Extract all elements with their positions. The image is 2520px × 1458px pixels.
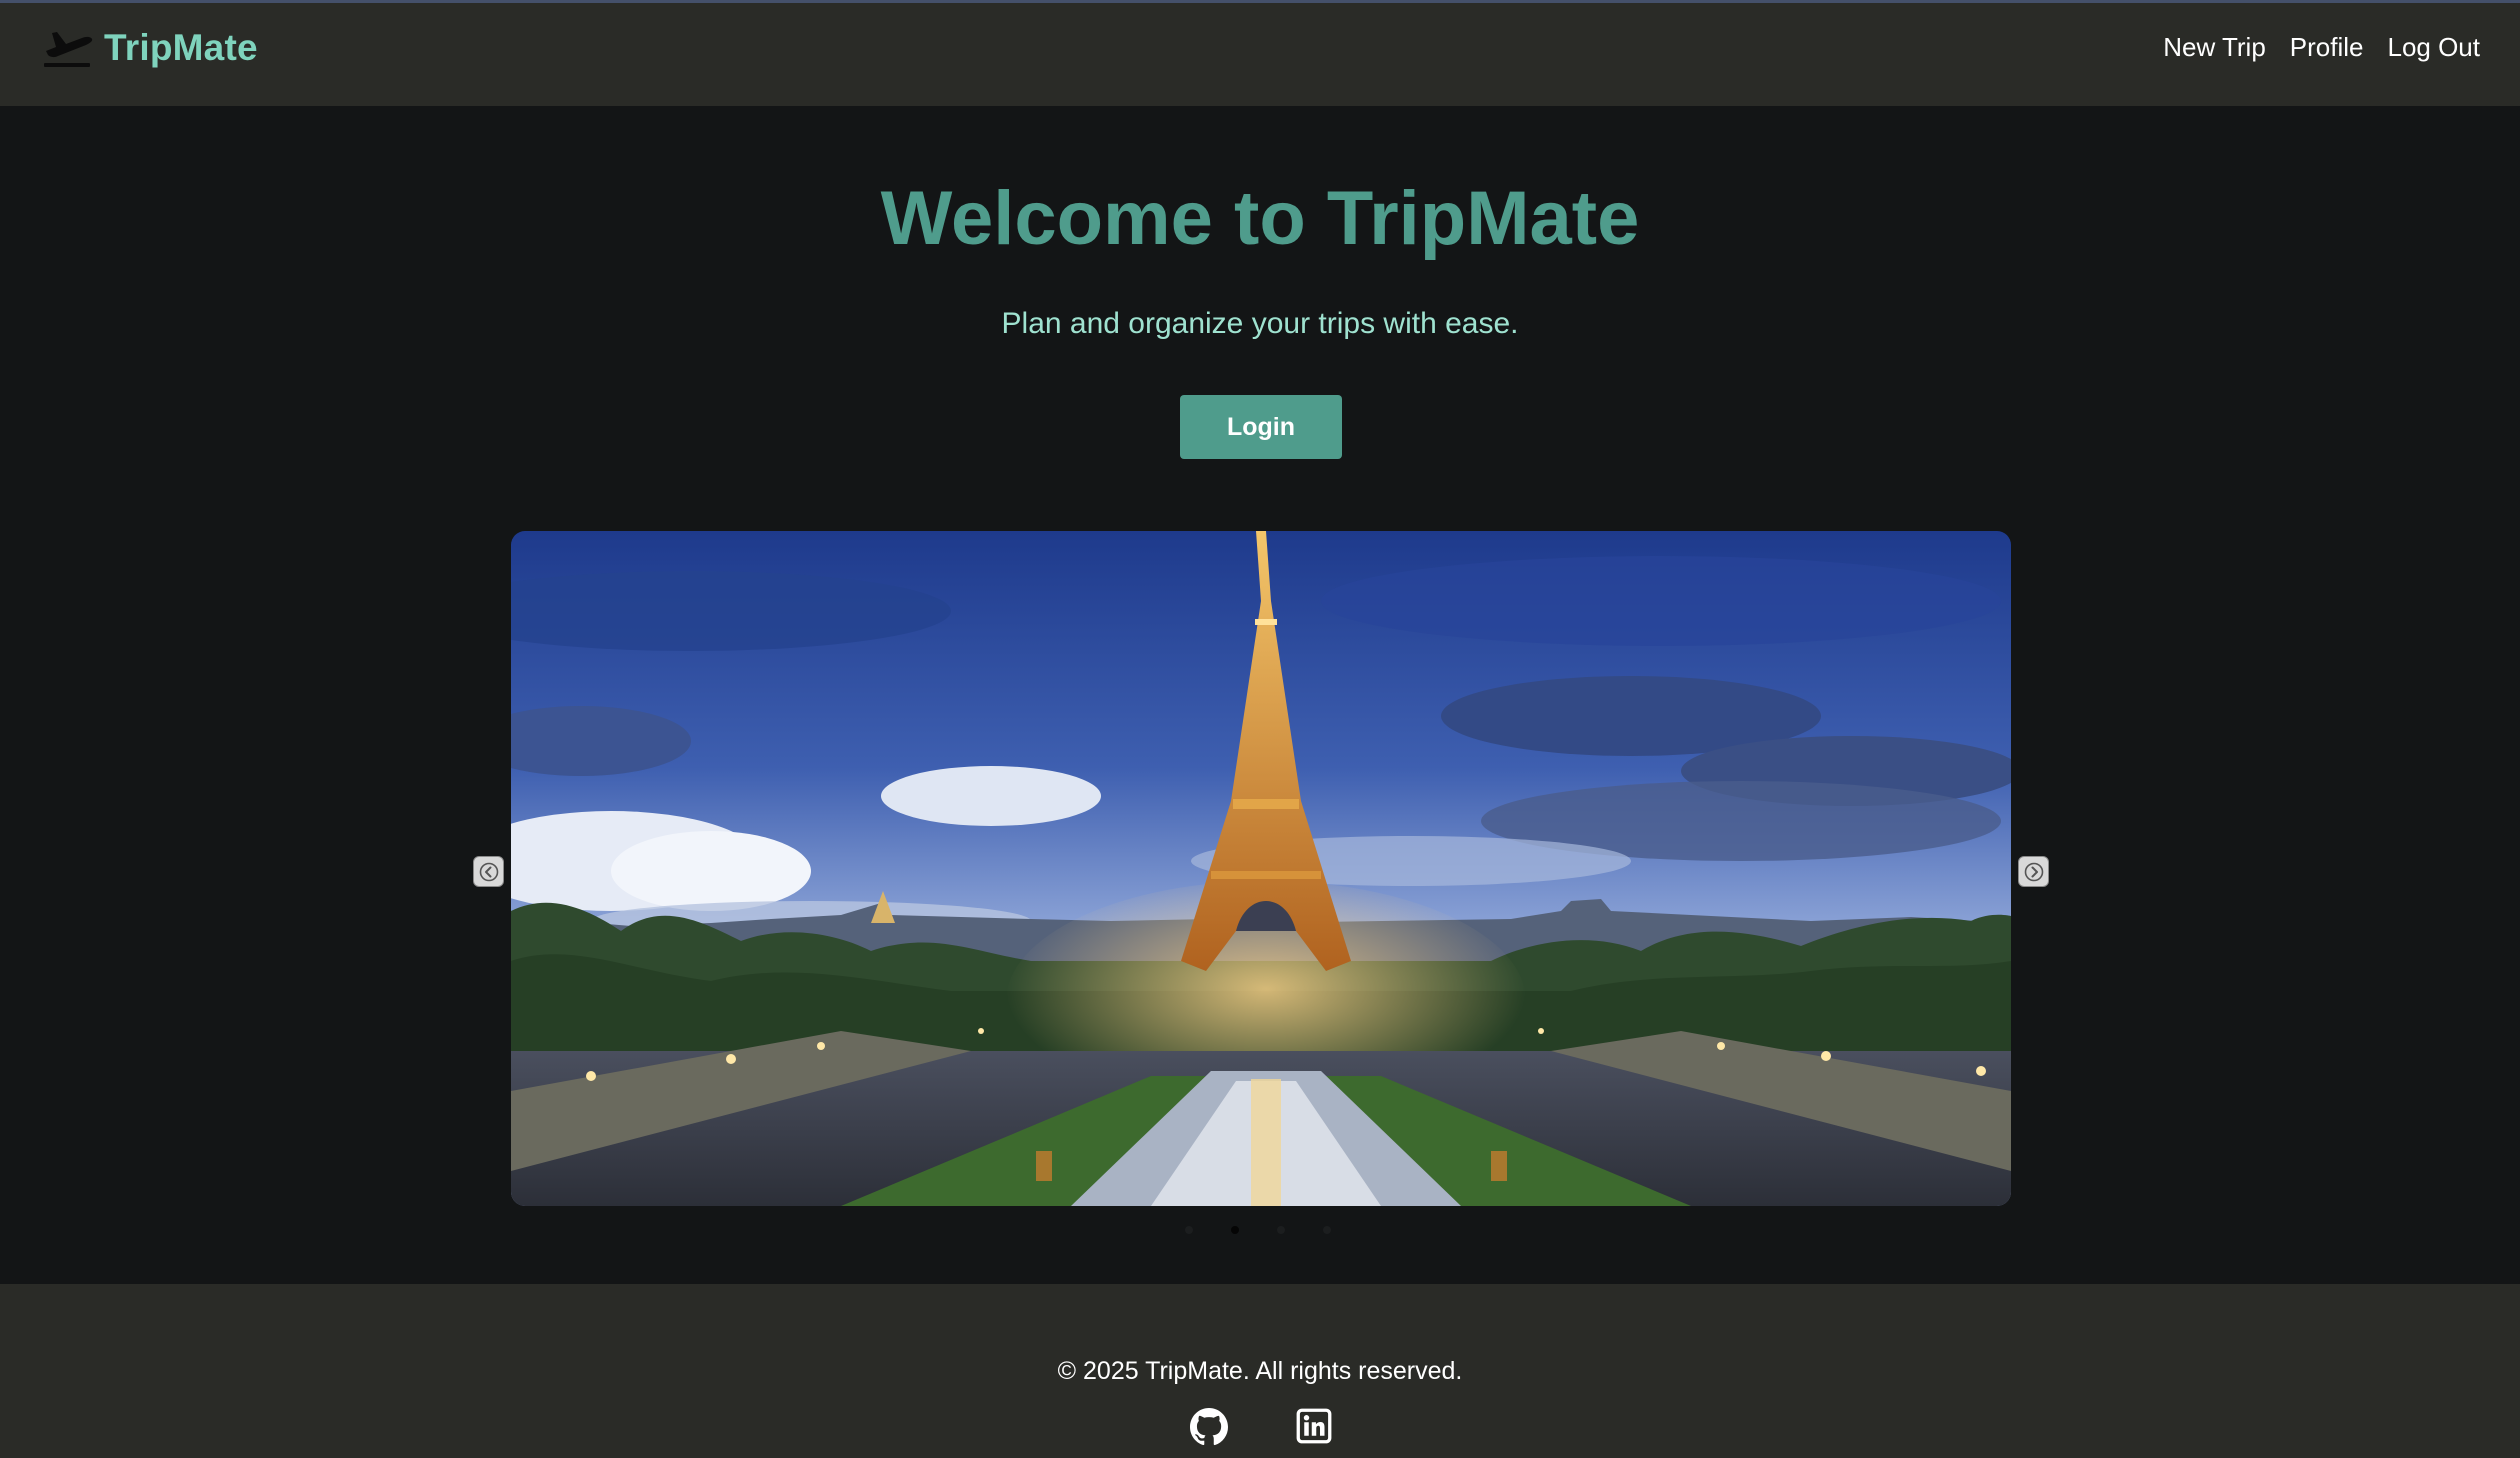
carousel-indicators	[1185, 1226, 1331, 1234]
github-icon	[1190, 1408, 1228, 1446]
linkedin-link[interactable]	[1296, 1408, 1334, 1446]
chevron-right-icon	[2024, 862, 2043, 881]
page-subtitle: Plan and organize your trips with ease.	[1001, 307, 1519, 340]
image-carousel	[511, 531, 2011, 1206]
airplane-departure-icon	[44, 32, 93, 67]
login-button[interactable]: Login	[1180, 395, 1342, 459]
carousel-dot-4[interactable]	[1323, 1226, 1331, 1234]
brand-link[interactable]: TripMate	[42, 23, 258, 73]
footer: © 2025 TripMate. All rights reserved.	[0, 1284, 2520, 1458]
navbar: TripMate New Trip Profile Log Out	[0, 0, 2520, 106]
github-link[interactable]	[1190, 1408, 1228, 1446]
brand-name: TripMate	[104, 27, 258, 68]
carousel-dot-3[interactable]	[1277, 1226, 1285, 1234]
nav-profile[interactable]: Profile	[2290, 29, 2364, 65]
nav-new-trip[interactable]: New Trip	[2163, 29, 2266, 65]
carousel-prev-button[interactable]	[473, 856, 504, 887]
carousel-slide-eiffel-tower	[511, 531, 2011, 1206]
linkedin-icon	[1296, 1408, 1332, 1444]
page-title: Welcome to TripMate	[880, 176, 1640, 261]
copyright-text: © 2025 TripMate. All rights reserved.	[1057, 1357, 1463, 1385]
carousel-dot-2[interactable]	[1231, 1226, 1239, 1234]
carousel-dot-1[interactable]	[1185, 1226, 1193, 1234]
carousel-next-button[interactable]	[2018, 856, 2049, 887]
nav-links: New Trip Profile Log Out	[2163, 29, 2480, 65]
chevron-left-icon	[479, 862, 498, 881]
nav-log-out[interactable]: Log Out	[2387, 29, 2480, 65]
